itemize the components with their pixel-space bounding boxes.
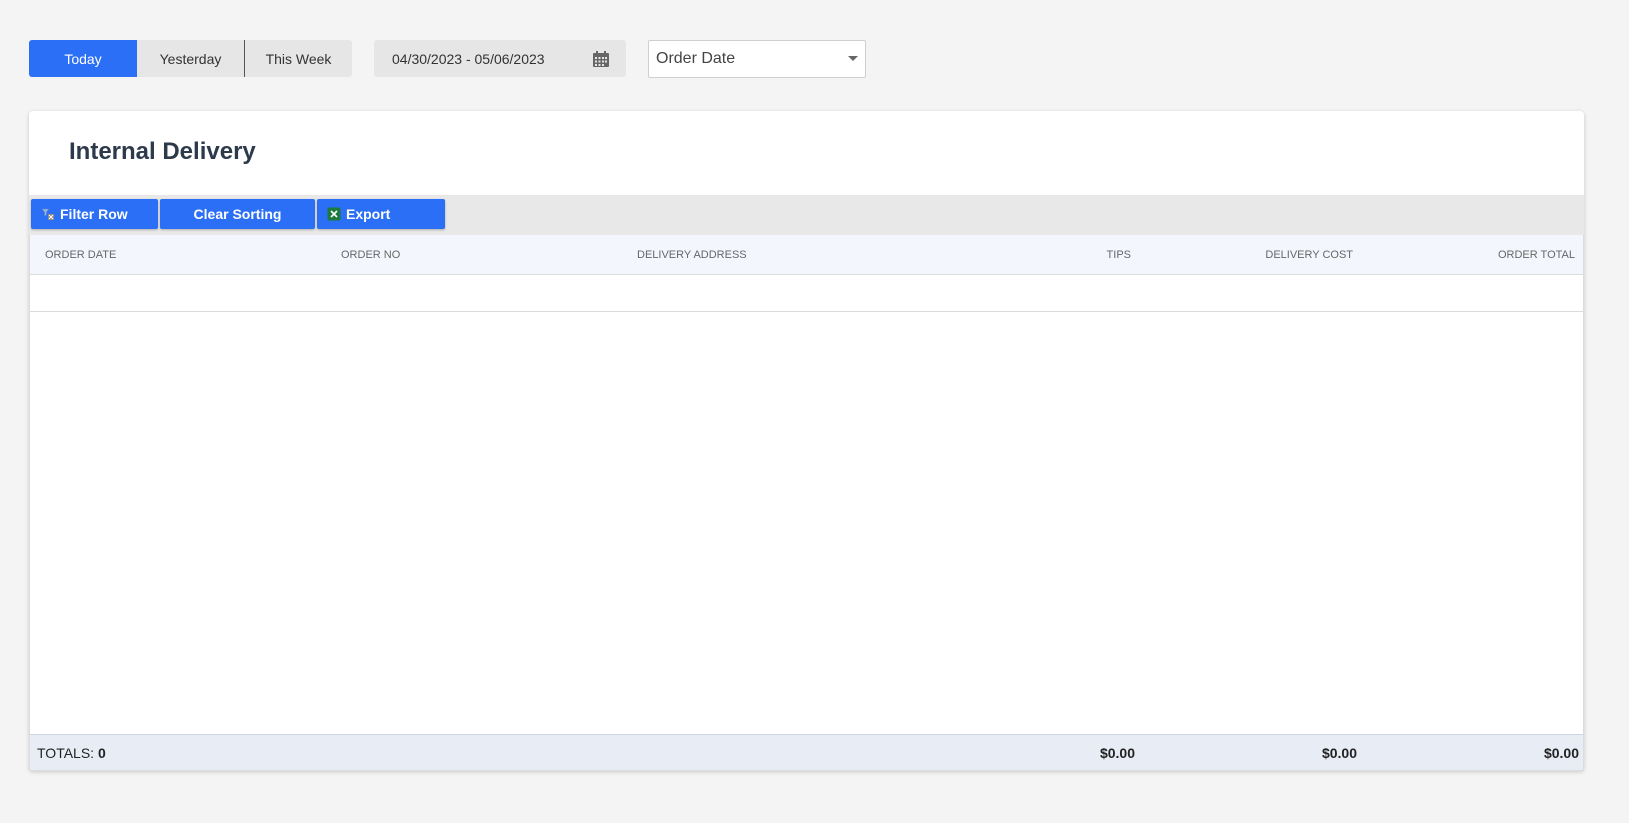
totals-label: TOTALS: 0 [37,745,106,761]
calendar-icon[interactable] [592,50,610,68]
date-range-picker[interactable]: 04/30/2023 - 05/06/2023 [374,40,626,77]
filter-row[interactable] [30,275,1583,312]
clear-sorting-button[interactable]: Clear Sorting [160,199,315,229]
clear-sorting-label: Clear Sorting [193,206,282,222]
date-range-value: 04/30/2023 - 05/06/2023 [392,50,545,67]
totals-order-total: $0.00 [1543,745,1579,761]
column-header-tips[interactable]: TIPS [1107,249,1131,261]
filter-icon [41,207,55,221]
date-type-select[interactable]: Order Date [648,39,866,78]
totals-count: 0 [97,745,106,761]
table-header: ORDER DATE ORDER NO DELIVERY ADDRESS TIP… [30,235,1583,275]
this-week-button[interactable]: This Week [245,40,352,77]
export-button[interactable]: Export [317,199,445,229]
column-header-order-date[interactable]: ORDER DATE [45,249,116,261]
today-button[interactable]: Today [29,40,137,77]
date-type-selected: Order Date [656,49,736,67]
column-header-delivery-address[interactable]: DELIVERY ADDRESS [637,249,747,261]
column-header-delivery-cost[interactable]: DELIVERY COST [1265,249,1353,261]
page-title: Internal Delivery [69,138,256,165]
filter-row-button[interactable]: Filter Row [31,199,158,229]
filter-row-label: Filter Row [60,206,128,222]
period-segmented-control: Today Yesterday This Week [29,40,352,77]
totals-row: TOTALS: 0 $0.00 $0.00 $0.00 [30,734,1583,770]
internal-delivery-card: Internal Delivery Filter Row Clear Sorti… [29,111,1584,771]
yesterday-button[interactable]: Yesterday [137,40,245,77]
chevron-down-icon [848,56,858,61]
top-filter-bar: Today Yesterday This Week 04/30/2023 - 0… [29,39,866,78]
grid-toolbar: Filter Row Clear Sorting Export [29,195,1584,235]
delivery-table: ORDER DATE ORDER NO DELIVERY ADDRESS TIP… [29,235,1584,771]
totals-tips: $0.00 [1099,745,1135,761]
export-label: Export [346,206,391,222]
excel-icon [327,207,341,221]
column-header-order-total[interactable]: ORDER TOTAL [1498,249,1575,261]
column-header-order-no[interactable]: ORDER NO [341,249,400,261]
totals-label-text: TOTALS: [37,745,95,761]
totals-delivery-cost: $0.00 [1321,745,1357,761]
